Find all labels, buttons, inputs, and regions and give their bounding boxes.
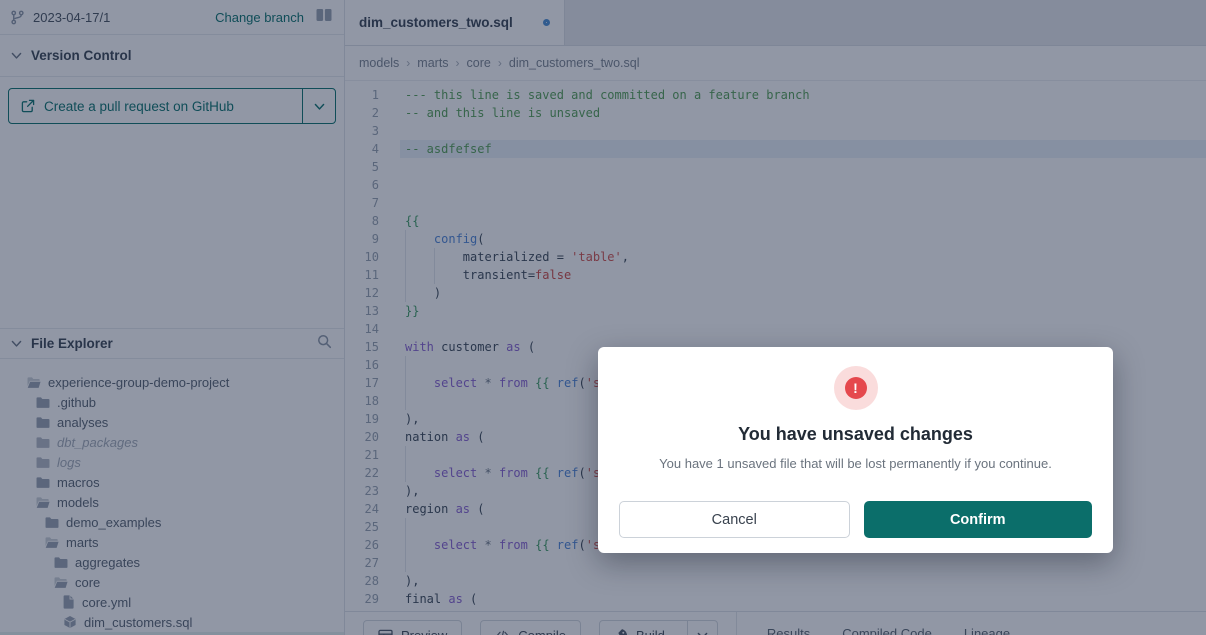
alert-icon-ring: ! <box>834 366 878 410</box>
cancel-button[interactable]: Cancel <box>619 501 850 538</box>
modal-title: You have unsaved changes <box>598 424 1113 445</box>
modal-body-text: You have 1 unsaved file that will be los… <box>598 456 1113 471</box>
unsaved-changes-modal: ! You have unsaved changes You have 1 un… <box>598 347 1113 553</box>
confirm-button[interactable]: Confirm <box>864 501 1093 538</box>
modal-actions: Cancel Confirm <box>619 501 1092 538</box>
alert-exclamation-icon: ! <box>845 377 867 399</box>
